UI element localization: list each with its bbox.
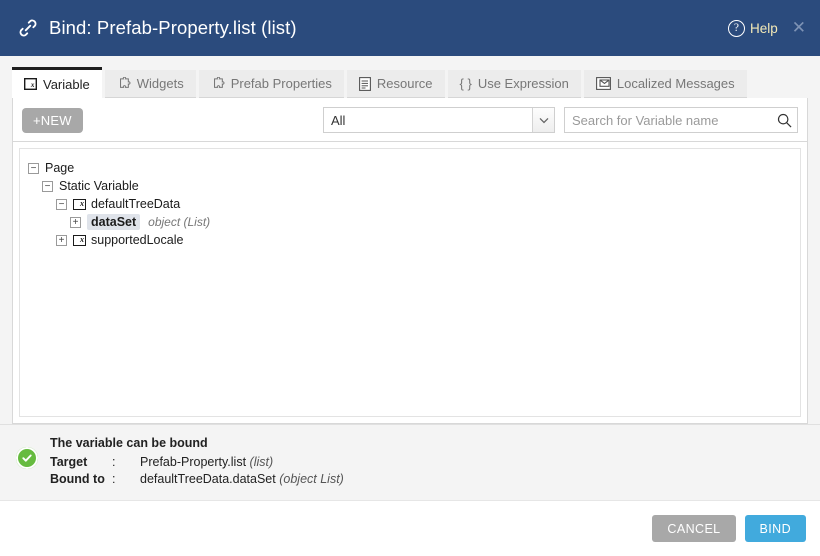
search-input[interactable] — [565, 111, 771, 129]
document-icon — [358, 76, 371, 91]
status-target-type: (list) — [249, 455, 274, 469]
bind-button[interactable]: BIND — [744, 515, 806, 542]
page-title: Bind: Prefab-Property.list (list) — [49, 17, 297, 38]
tab-prefab-properties[interactable]: Prefab Properties — [198, 70, 344, 98]
variable-box-icon: x — [24, 78, 37, 90]
tab-use-expression[interactable]: { } Use Expression — [447, 70, 581, 98]
tree-node-label: Static Variable — [59, 179, 139, 193]
tab-bar: x Variable Widgets Prefab Properties Res… — [12, 66, 808, 98]
search-icon[interactable] — [771, 113, 797, 128]
tree-node-dataset[interactable]: + dataSet object (List) — [28, 213, 792, 231]
tree-node-type: object (List) — [148, 215, 211, 229]
variable-tree-panel: − Page − Static Variable − x defaultTree… — [12, 142, 808, 424]
link-icon — [16, 16, 40, 40]
toolbar: +NEW All — [12, 98, 808, 142]
tree-node-page[interactable]: − Page — [28, 159, 792, 177]
collapse-toggle-icon[interactable]: − — [28, 162, 39, 174]
tab-widgets[interactable]: Widgets — [104, 70, 196, 98]
curly-braces-icon: { } — [459, 76, 472, 91]
question-circle-icon: ? — [727, 19, 745, 37]
expand-toggle-icon[interactable]: + — [56, 234, 67, 246]
svg-text:x: x — [30, 81, 35, 89]
header-actions: ? Help ✕ — [727, 19, 806, 38]
tab-label: Variable — [43, 76, 90, 92]
status-target-value: Prefab-Property.list (list) — [140, 454, 273, 471]
variable-tree[interactable]: − Page − Static Variable − x defaultTree… — [19, 148, 801, 417]
status-message: The variable can be bound — [50, 436, 208, 450]
bind-status: The variable can be bound Target : Prefa… — [0, 424, 820, 500]
tab-resource[interactable]: Resource — [346, 70, 445, 98]
tree-node-defaulttreedata[interactable]: − x defaultTreeData — [28, 195, 792, 213]
envelope-box-icon — [595, 77, 611, 90]
search-box — [564, 107, 798, 133]
tab-label: Localized Messages — [616, 76, 735, 91]
help-label: Help — [749, 20, 778, 36]
filter-selected-value: All — [331, 112, 346, 128]
status-bound-name: defaultTreeData.dataSet — [140, 472, 276, 486]
tab-label: Resource — [376, 76, 433, 91]
new-variable-button[interactable]: +NEW — [22, 107, 83, 133]
dialog-body: x Variable Widgets Prefab Properties Res… — [0, 56, 820, 424]
check-circle-icon — [16, 447, 38, 469]
tab-variable[interactable]: x Variable — [12, 67, 102, 98]
status-colon: : — [112, 472, 116, 486]
tree-node-label: defaultTreeData — [91, 197, 181, 211]
tree-node-static-variable[interactable]: − Static Variable — [28, 177, 792, 195]
tab-label: Widgets — [136, 76, 184, 91]
status-colon: : — [112, 455, 116, 469]
status-bound-row: Bound to : defaultTreeData.dataSet (obje… — [50, 471, 344, 488]
tab-label: Prefab Properties — [230, 76, 332, 91]
puzzle-piece-icon — [211, 77, 225, 90]
variable-type-filter-select[interactable]: All — [323, 107, 555, 133]
bind-dialog: Bind: Prefab-Property.list (list) ? Help… — [0, 0, 820, 556]
bind-status-text: The variable can be bound Target : Prefa… — [50, 435, 344, 488]
status-target-key: Target — [50, 455, 88, 469]
variable-box-icon: x — [73, 234, 86, 246]
status-target-name: Prefab-Property.list — [140, 455, 247, 469]
tree-node-label: supportedLocale — [91, 233, 184, 247]
tree-node-label: dataSet — [87, 214, 141, 230]
toolbar-right: All — [323, 107, 798, 133]
collapse-toggle-icon[interactable]: − — [42, 180, 53, 192]
cancel-button[interactable]: CANCEL — [652, 515, 736, 542]
tab-localized-messages[interactable]: Localized Messages — [583, 70, 747, 98]
tab-label: Use Expression — [477, 76, 569, 91]
status-bound-value: defaultTreeData.dataSet (object List) — [140, 471, 344, 488]
tree-node-label: Page — [45, 161, 75, 175]
collapse-toggle-icon[interactable]: − — [56, 198, 67, 210]
variable-box-icon: x — [73, 198, 86, 210]
close-icon[interactable]: ✕ — [792, 19, 806, 38]
puzzle-piece-icon — [117, 77, 131, 90]
chevron-down-icon[interactable] — [532, 108, 554, 132]
dialog-footer: CANCEL BIND — [0, 500, 820, 556]
expand-toggle-icon[interactable]: + — [70, 216, 81, 228]
status-bound-type: (object List) — [279, 472, 344, 486]
tree-node-supportedlocale[interactable]: + x supportedLocale — [28, 231, 792, 249]
help-button[interactable]: ? Help — [727, 19, 778, 37]
status-bound-key: Bound to — [50, 472, 105, 486]
dialog-header: Bind: Prefab-Property.list (list) ? Help… — [0, 0, 820, 56]
status-target-row: Target : Prefab-Property.list (list) — [50, 454, 344, 471]
